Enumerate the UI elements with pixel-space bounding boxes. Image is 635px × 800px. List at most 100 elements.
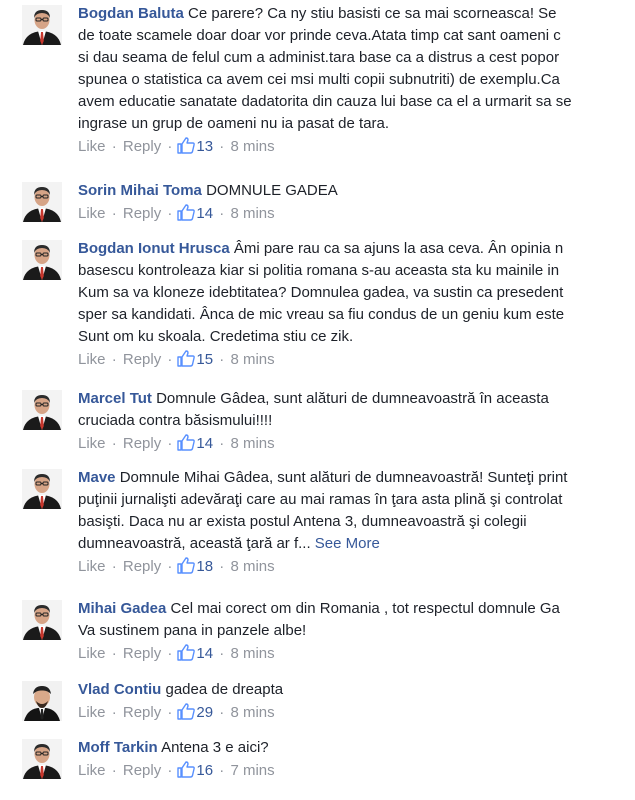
comment-text-line: Mave Domnule Mihai Gâdea, sunt alături d… [78, 467, 635, 489]
comment-author-link[interactable]: Marcel Tut [78, 390, 152, 407]
comment-text: Va sustinem pana in panzele albe! [78, 622, 307, 639]
comment-text: basişti. Daca nu ar exista postul Antena… [78, 513, 527, 530]
like-count[interactable]: 14 [196, 645, 213, 662]
avatar[interactable] [22, 390, 62, 430]
reply-button[interactable]: Reply [123, 558, 161, 575]
comments-panel: { "ui": { "like_label": "Like", "reply_l… [0, 0, 635, 800]
comment-text-line: cruciada contra băsismului!!!! [78, 410, 635, 432]
comment-text: Ce parere? Ca ny stiu basisti ce sa mai … [188, 5, 557, 22]
comment-text: si dau seama de felul cum a administ.tar… [78, 49, 560, 66]
like-count[interactable]: 16 [196, 762, 213, 779]
thumbs-up-icon[interactable] [177, 703, 196, 728]
comment-text: dumneavoastră, această ţară ar f... [78, 535, 311, 552]
separator-dot: · [219, 205, 225, 222]
comment-timestamp[interactable]: 8 mins [230, 558, 274, 575]
reply-button[interactable]: Reply [123, 351, 161, 368]
comment-timestamp[interactable]: 8 mins [230, 205, 274, 222]
reply-button[interactable]: Reply [123, 435, 161, 452]
avatar[interactable] [22, 5, 62, 45]
comment-actions: Like · Reply · 15 · 8 mins [78, 348, 635, 375]
thumbs-up-icon[interactable] [177, 644, 196, 669]
comment-timestamp[interactable]: 8 mins [230, 351, 274, 368]
reply-button[interactable]: Reply [123, 138, 161, 155]
comment-body: Bogdan Baluta Ce parere? Ca ny stiu basi… [78, 3, 635, 162]
separator-dot: · [219, 138, 225, 155]
separator-dot: · [111, 704, 117, 721]
comment-timestamp[interactable]: 8 mins [230, 704, 274, 721]
comment-actions: Like · Reply · 14 · 8 mins [78, 202, 635, 229]
comment-author-link[interactable]: Bogdan Ionut Hrusca [78, 240, 230, 257]
avatar[interactable] [22, 469, 62, 509]
like-button[interactable]: Like [78, 351, 106, 368]
comment-text-line: avem educatie sanatate dadatorita din ca… [78, 91, 635, 113]
thumbs-up-icon[interactable] [177, 350, 196, 375]
comment-actions: Like · Reply · 16 · 7 mins [78, 759, 635, 786]
comment-text: Domnule Gâdea, sunt alături de dumneavoa… [156, 390, 549, 407]
thumbs-up-icon[interactable] [177, 434, 196, 459]
separator-dot: · [111, 558, 117, 575]
comment-text-line: sper sa kandidati. Ânca de mic vreau sa … [78, 304, 635, 326]
comment-timestamp[interactable]: 7 mins [230, 762, 274, 779]
like-button[interactable]: Like [78, 704, 106, 721]
comment-text: puţinii jurnalişti adevăraţi care au mai… [78, 491, 563, 508]
separator-dot: · [219, 704, 225, 721]
see-more-link[interactable]: See More [315, 535, 380, 552]
comment-text: cruciada contra băsismului!!!! [78, 412, 273, 429]
comment-text-line: basişti. Daca nu ar exista postul Antena… [78, 511, 635, 533]
like-count[interactable]: 29 [196, 704, 213, 721]
comment-body: Bogdan Ionut Hrusca Âmi pare rau ca sa a… [78, 238, 635, 375]
comment-author-link[interactable]: Mihai Gadea [78, 600, 166, 617]
thumbs-up-icon[interactable] [177, 557, 196, 582]
avatar[interactable] [22, 240, 62, 280]
separator-dot: · [111, 645, 117, 662]
separator-dot: · [111, 762, 117, 779]
comment-text: gadea de dreapta [165, 681, 284, 698]
comment-author-link[interactable]: Moff Tarkin [78, 739, 158, 756]
comment-body: Marcel Tut Domnule Gâdea, sunt alături d… [78, 388, 635, 459]
comment-text-line: Va sustinem pana in panzele albe! [78, 620, 635, 642]
comment-timestamp[interactable]: 8 mins [230, 645, 274, 662]
like-count[interactable]: 18 [196, 558, 213, 575]
separator-dot: · [167, 762, 173, 779]
comment-timestamp[interactable]: 8 mins [230, 435, 274, 452]
comment-author-link[interactable]: Sorin Mihai Toma [78, 182, 202, 199]
like-count[interactable]: 15 [196, 351, 213, 368]
comment-text-line: de toate scamele doar doar vor prinde ce… [78, 25, 635, 47]
separator-dot: · [111, 351, 117, 368]
avatar[interactable] [22, 600, 62, 640]
reply-button[interactable]: Reply [123, 205, 161, 222]
thumbs-up-icon[interactable] [177, 204, 196, 229]
like-count[interactable]: 13 [196, 138, 213, 155]
reply-button[interactable]: Reply [123, 704, 161, 721]
reply-button[interactable]: Reply [123, 645, 161, 662]
comment-actions: Like · Reply · 29 · 8 mins [78, 701, 635, 728]
like-count[interactable]: 14 [196, 205, 213, 222]
comment-body: Moff Tarkin Antena 3 e aici? Like · Reply… [78, 737, 635, 786]
like-button[interactable]: Like [78, 138, 106, 155]
like-count[interactable]: 14 [196, 435, 213, 452]
separator-dot: · [219, 558, 225, 575]
avatar[interactable] [22, 681, 62, 721]
comment-text-line: Kum sa va kloneze idebtitatea? Domnulea … [78, 282, 635, 304]
comment-timestamp[interactable]: 8 mins [230, 138, 274, 155]
comment-author-link[interactable]: Bogdan Baluta [78, 5, 184, 22]
separator-dot: · [219, 645, 225, 662]
like-button[interactable]: Like [78, 762, 106, 779]
avatar[interactable] [22, 739, 62, 779]
avatar[interactable] [22, 182, 62, 222]
comment-author-link[interactable]: Vlad Contiu [78, 681, 161, 698]
reply-button[interactable]: Reply [123, 762, 161, 779]
like-button[interactable]: Like [78, 558, 106, 575]
comment-actions: Like · Reply · 14 · 8 mins [78, 642, 635, 669]
thumbs-up-icon[interactable] [177, 761, 196, 786]
like-button[interactable]: Like [78, 205, 106, 222]
thumbs-up-icon[interactable] [177, 137, 196, 162]
comment-text-line: Sunt om ku skoala. Credetima stiu ce zik… [78, 326, 635, 348]
like-button[interactable]: Like [78, 435, 106, 452]
comment-author-link[interactable]: Mave [78, 469, 116, 486]
separator-dot: · [111, 138, 117, 155]
comment-text-line: Bogdan Ionut Hrusca Âmi pare rau ca sa a… [78, 238, 635, 260]
comment-text-line: Vlad Contiu gadea de dreapta [78, 679, 635, 701]
like-button[interactable]: Like [78, 645, 106, 662]
comment-text-line: Mihai Gadea Cel mai corect om din Romani… [78, 598, 635, 620]
